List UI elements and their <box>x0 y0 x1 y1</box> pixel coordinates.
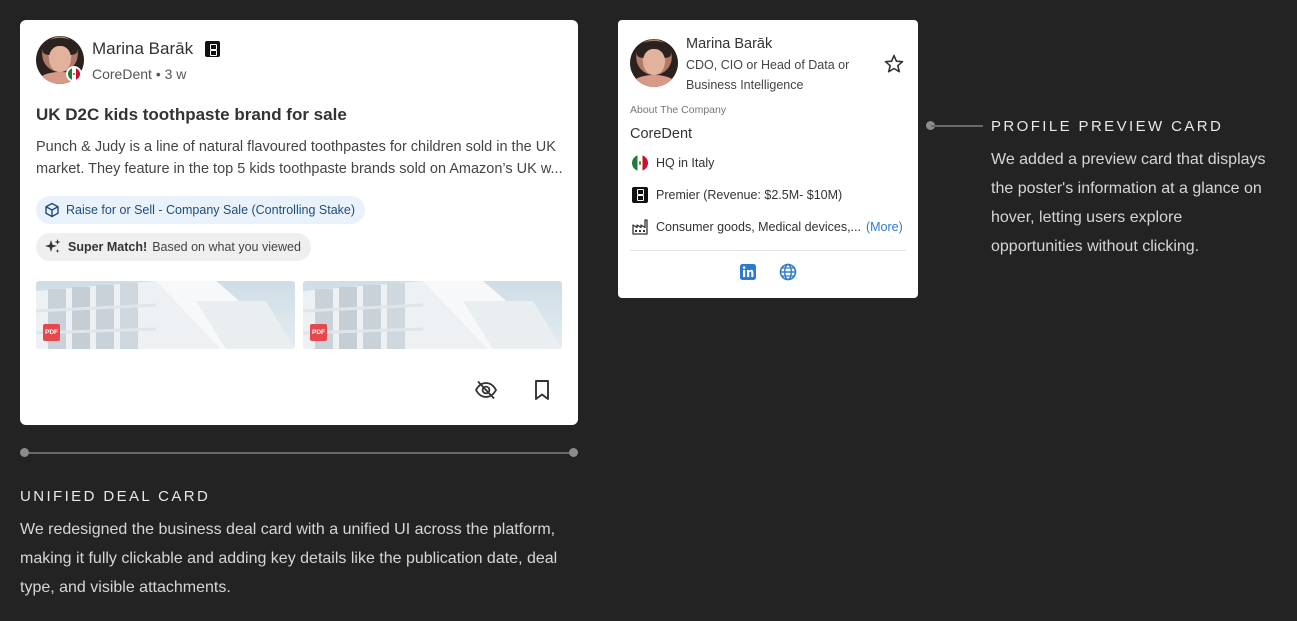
divider <box>630 250 906 251</box>
building-image <box>36 281 295 349</box>
save-deal-button[interactable] <box>528 376 556 404</box>
deal-description: Punch & Judy is a line of natural flavou… <box>36 139 563 177</box>
tier-icon <box>205 41 220 57</box>
industry-label: Consumer goods, Medical devices,... <box>656 220 861 234</box>
linkedin-icon[interactable] <box>739 263 757 281</box>
hq-row: HQ in Italy <box>632 155 714 171</box>
bookmark-icon <box>535 380 549 400</box>
super-match-label: Super Match! <box>68 240 148 254</box>
more-link[interactable]: (More) <box>866 220 903 234</box>
tier-icon <box>632 187 648 203</box>
industry-row: Consumer goods, Medical devices,... (Mor… <box>632 219 903 235</box>
tier-row: Premier (Revenue: $2.5M- $10M) <box>632 187 842 203</box>
profile-annotation-title: PROFILE PREVIEW CARD <box>991 118 1224 135</box>
hide-deal-button[interactable] <box>472 376 500 404</box>
annotation-connector <box>24 452 574 454</box>
attachment-thumbnail[interactable]: PDF <box>303 281 562 349</box>
deal-type-label: Raise for or Sell - Company Sale (Contro… <box>66 203 356 217</box>
author-name[interactable]: Marina Barāk <box>92 39 193 59</box>
flag-mexico-icon <box>632 155 648 171</box>
profile-name: Marina Barāk <box>686 36 773 52</box>
meta-separator: • <box>155 66 165 82</box>
deal-type-chip: Raise for or Sell - Company Sale (Contro… <box>36 196 366 224</box>
connector-dot <box>20 448 29 457</box>
star-icon[interactable] <box>883 53 905 75</box>
profile-avatar <box>630 39 678 87</box>
profile-annotation-text: We added a preview card that displays th… <box>991 151 1266 255</box>
profile-company: CoreDent <box>630 126 693 142</box>
building-image <box>303 281 562 349</box>
author-meta: CoreDent • 3 w <box>92 66 186 82</box>
super-match-chip: Super Match! Based on what you viewed <box>36 233 311 261</box>
super-match-reason: Based on what you viewed <box>152 240 301 254</box>
sparkle-icon <box>45 239 61 253</box>
pdf-icon: PDF <box>310 324 327 341</box>
globe-icon[interactable] <box>779 263 797 281</box>
pdf-icon: PDF <box>43 324 60 341</box>
profile-preview-card[interactable]: Marina Barāk CDO, CIO or Head of Data or… <box>618 20 918 298</box>
hq-label: HQ in Italy <box>656 156 715 170</box>
unified-annotation-text: We redesigned the business deal card wit… <box>20 521 558 596</box>
deal-card[interactable]: Marina Barāk CoreDent • 3 w UK D2C kids … <box>20 20 578 425</box>
cube-icon <box>45 202 59 218</box>
about-company-label: About The Company <box>630 104 727 116</box>
flag-mexico-icon <box>66 66 82 82</box>
connector-dot <box>569 448 578 457</box>
author-company: CoreDent <box>92 66 152 82</box>
annotation-connector <box>931 125 983 127</box>
attachment-thumbnail[interactable]: PDF <box>36 281 295 349</box>
deal-title: UK D2C kids toothpaste brand for sale <box>36 105 347 124</box>
factory-icon <box>632 219 648 235</box>
tier-label: Premier (Revenue: $2.5M- $10M) <box>656 188 843 202</box>
unified-annotation-title: UNIFIED DEAL CARD <box>20 488 211 505</box>
post-age: 3 w <box>164 66 187 82</box>
eye-off-icon <box>474 380 498 400</box>
profile-role: CDO, CIO or Head of Data or Business Int… <box>686 58 850 92</box>
